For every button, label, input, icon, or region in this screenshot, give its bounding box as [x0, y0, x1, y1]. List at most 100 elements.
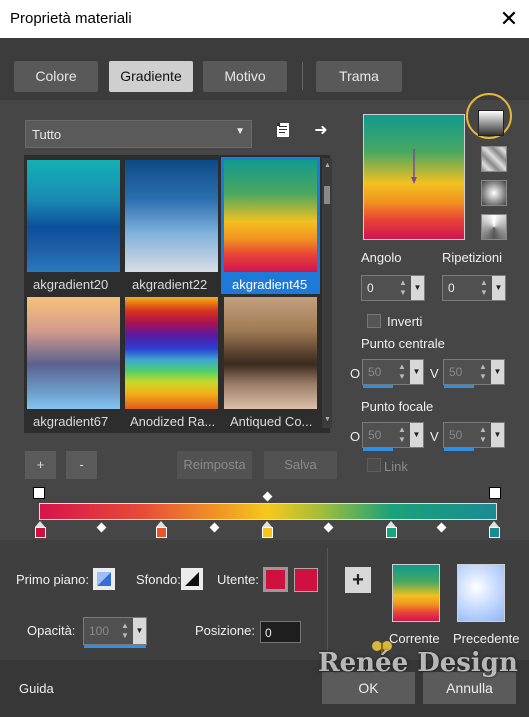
focal-v-label: V — [430, 429, 439, 444]
background-swatch[interactable] — [181, 568, 203, 590]
center-v-value: 50 — [449, 365, 463, 379]
invert-checkbox[interactable] — [367, 314, 381, 328]
gradient-editor-bar[interactable] — [39, 503, 497, 520]
gradient-thumb[interactable] — [125, 297, 218, 409]
category-dropdown[interactable]: Tutto ▼ — [25, 120, 252, 148]
opacity-stop-right[interactable] — [489, 487, 501, 499]
chevron-down-icon[interactable]: ▼ — [133, 618, 146, 644]
focal-o-spinner[interactable]: 50 ▲ ▼ ▼ — [362, 422, 424, 451]
user-color-swatch-1[interactable] — [263, 567, 288, 592]
user-label: Utente: — [217, 572, 259, 587]
background-label: Sfondo: — [136, 572, 181, 587]
user-color-1-fill — [266, 570, 285, 589]
opacity-midpoint[interactable] — [262, 491, 273, 502]
center-v-slider[interactable] — [444, 385, 474, 388]
window-title: Proprietà materiali — [10, 10, 132, 27]
resource-manager-icon[interactable] — [272, 122, 294, 144]
center-o-spinner[interactable]: 50 ▲ ▼ ▼ — [362, 359, 424, 388]
chevron-down-icon[interactable]: ▼ — [491, 360, 504, 384]
repeat-spinner[interactable]: 0 ▲ ▼ ▼ — [442, 275, 506, 301]
position-value: 0 — [265, 626, 272, 640]
tab-motivo[interactable]: Motivo — [203, 61, 287, 92]
gradient-thumb-label: Anodized Ra... — [130, 414, 216, 429]
reset-button[interactable]: Reimposta — [177, 451, 252, 479]
spin-updown-icon[interactable]: ▲ ▼ — [478, 278, 490, 298]
tab-trama[interactable]: Trama — [316, 61, 402, 92]
foreground-label: Primo piano: — [16, 572, 89, 587]
gradient-thumb[interactable] — [27, 160, 120, 272]
scroll-up-icon[interactable]: ▲ — [324, 162, 331, 169]
spin-updown-icon[interactable]: ▲ ▼ — [397, 278, 409, 298]
chevron-down-icon: ▼ — [235, 126, 245, 137]
center-point-label: Punto centrale — [361, 336, 445, 351]
color-stop-green[interactable] — [386, 527, 397, 538]
focal-point-label: Punto focale — [361, 399, 434, 414]
direction-arrow-icon — [411, 149, 417, 184]
gradient-thumb[interactable] — [27, 297, 120, 409]
save-button[interactable]: Salva — [264, 451, 337, 479]
color-midpoint[interactable] — [96, 522, 107, 533]
opacity-spinner[interactable]: 100 ▲ ▼ ▼ — [83, 617, 147, 648]
color-stop-yellow[interactable] — [262, 527, 273, 538]
previous-preview[interactable] — [457, 564, 505, 622]
repeat-label: Ripetizioni — [442, 250, 502, 265]
user-color-swatch-2[interactable] — [294, 568, 318, 592]
gradient-thumb-selected[interactable] — [224, 160, 317, 272]
close-icon[interactable]: ✕ — [494, 4, 524, 34]
opacity-stop-left[interactable] — [33, 487, 45, 499]
color-midpoint[interactable] — [436, 522, 447, 533]
chevron-down-icon[interactable]: ▼ — [411, 276, 424, 300]
repeat-value: 0 — [448, 281, 455, 295]
radial-style-icon[interactable] — [481, 180, 507, 206]
color-midpoint[interactable] — [209, 522, 220, 533]
color-midpoint[interactable] — [323, 522, 334, 533]
add-gradient-button[interactable]: + — [25, 451, 56, 479]
arrow-right-icon[interactable]: ➜ — [310, 120, 332, 142]
invert-label: Inverti — [387, 314, 423, 329]
link-checkbox[interactable] — [367, 458, 381, 472]
rectangular-style-icon[interactable] — [481, 146, 507, 172]
focal-o-slider[interactable] — [363, 448, 393, 451]
scroll-down-icon[interactable]: ▼ — [324, 416, 331, 423]
spin-updown-icon[interactable]: ▲ ▼ — [477, 362, 489, 382]
center-o-label: O — [350, 366, 361, 381]
spin-updown-icon[interactable]: ▲ ▼ — [477, 425, 489, 445]
color-stop-orange[interactable] — [156, 527, 167, 538]
center-o-slider[interactable] — [363, 385, 393, 388]
foreground-swatch[interactable] — [93, 568, 115, 590]
gradient-thumb-label: Antiqued Co... — [230, 414, 313, 429]
gallery-scrollbar[interactable]: ▲ ▼ — [322, 158, 332, 428]
gradient-thumb[interactable] — [125, 160, 218, 272]
color-stop-teal[interactable] — [489, 527, 500, 538]
chevron-down-icon[interactable]: ▼ — [491, 423, 504, 447]
add-to-swatches-button[interactable]: + — [345, 567, 371, 593]
spin-updown-icon[interactable]: ▲ ▼ — [119, 621, 131, 641]
previous-label: Precedente — [453, 631, 520, 646]
position-input[interactable]: 0 — [260, 621, 301, 643]
chevron-down-icon[interactable]: ▼ — [410, 360, 423, 384]
gradient-thumb[interactable] — [224, 297, 317, 409]
current-label: Corrente — [389, 631, 440, 646]
chevron-down-icon[interactable]: ▼ — [410, 423, 423, 447]
spin-updown-icon[interactable]: ▲ ▼ — [396, 425, 408, 445]
focal-v-slider[interactable] — [444, 448, 474, 451]
gradient-thumb-label: akgradient22 — [132, 277, 208, 292]
current-preview[interactable] — [392, 564, 440, 622]
help-link[interactable]: Guida — [19, 681, 54, 696]
linear-style-icon[interactable] — [478, 110, 504, 136]
color-stop-red[interactable] — [35, 527, 46, 538]
chevron-down-icon[interactable]: ▼ — [492, 276, 505, 300]
tab-gradiente[interactable]: Gradiente — [109, 61, 193, 92]
opacity-slider[interactable] — [84, 645, 146, 648]
tab-colore[interactable]: Colore — [14, 61, 98, 92]
remove-gradient-button[interactable]: - — [66, 451, 97, 479]
bottom-divider — [327, 548, 328, 656]
angle-spinner[interactable]: 0 ▲ ▼ ▼ — [361, 275, 425, 301]
focal-v-spinner[interactable]: 50 ▲ ▼ ▼ — [443, 422, 505, 451]
spin-updown-icon[interactable]: ▲ ▼ — [396, 362, 408, 382]
gradient-preview[interactable] — [363, 114, 465, 240]
center-v-spinner[interactable]: 50 ▲ ▼ ▼ — [443, 359, 505, 388]
tab-separator — [302, 62, 303, 90]
scrollbar-thumb[interactable] — [324, 186, 330, 204]
sunburst-style-icon[interactable] — [481, 214, 507, 240]
